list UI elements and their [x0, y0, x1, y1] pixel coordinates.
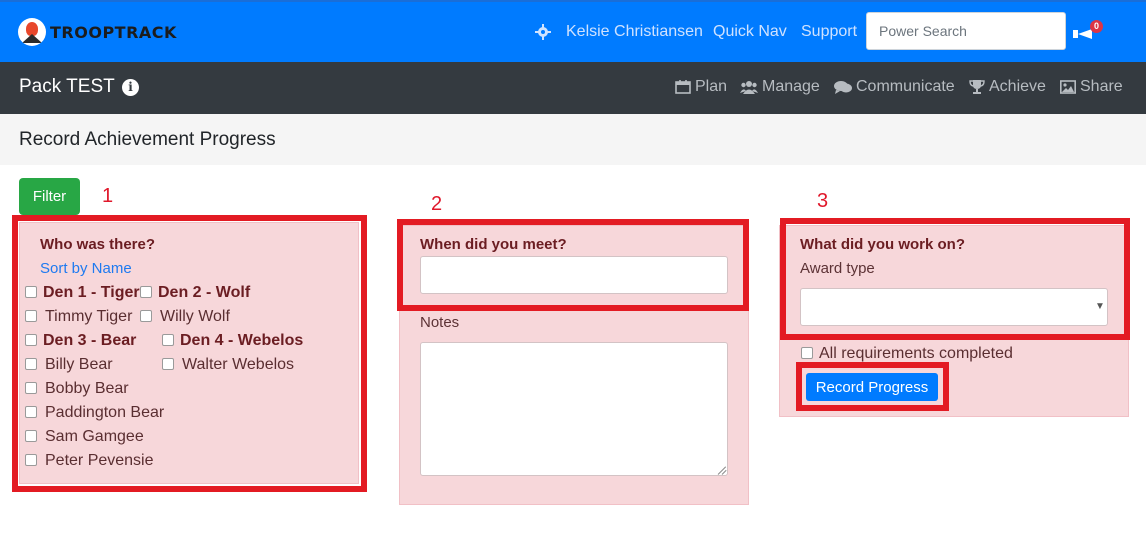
dropdown-arrow-icon: ▼: [1095, 301, 1105, 312]
scout-name: Willy Wolf: [160, 308, 230, 325]
gear-icon[interactable]: [535, 24, 551, 40]
nav-manage-label: Manage: [762, 78, 820, 95]
den-1-checkbox[interactable]: [25, 286, 37, 298]
nav-share[interactable]: Share: [1060, 78, 1123, 96]
textarea-resize-handle[interactable]: [717, 466, 727, 475]
notification-badge: 0: [1090, 20, 1103, 33]
campfire-logo-icon: [18, 18, 46, 46]
calendar-icon: [675, 80, 691, 94]
den-2-checkbox[interactable]: [140, 286, 152, 298]
nav-communicate-label: Communicate: [856, 78, 955, 95]
scout-checkbox[interactable]: [140, 310, 152, 322]
meeting-heading: When did you meet?: [420, 236, 567, 253]
sort-by-name-link[interactable]: Sort by Name: [40, 260, 132, 277]
record-progress-button[interactable]: Record Progress: [806, 373, 938, 401]
den-4-label: Den 4 - Webelos: [180, 332, 304, 349]
award-type-label: Award type: [800, 260, 875, 277]
scout-name: Timmy Tiger: [45, 308, 133, 325]
den-3-label: Den 3 - Bear: [43, 332, 137, 349]
trooptrack-logo[interactable]: TROOPTRACK: [18, 18, 177, 46]
attendance-heading: Who was there?: [40, 236, 156, 253]
award-type-select[interactable]: [800, 288, 1108, 326]
pack-title[interactable]: Pack TEST: [19, 76, 115, 98]
scout-checkbox[interactable]: [25, 358, 37, 370]
support-link[interactable]: Support: [801, 23, 857, 41]
nav-share-label: Share: [1080, 78, 1123, 95]
scout-name: Peter Pevensie: [45, 452, 154, 469]
notes-textarea[interactable]: [420, 342, 728, 476]
den-1-label: Den 1 - Tiger: [43, 284, 140, 301]
annotation-number-2: 2: [431, 193, 443, 215]
scout-checkbox[interactable]: [25, 406, 37, 418]
all-requirements-label: All requirements completed: [819, 345, 1013, 362]
notes-label: Notes: [420, 314, 460, 331]
scout-name: Paddington Bear: [45, 404, 165, 421]
all-requirements-checkbox[interactable]: [801, 347, 813, 359]
nav-manage[interactable]: Manage: [740, 78, 820, 96]
brand-name: TROOPTRACK: [50, 22, 177, 42]
nav-communicate[interactable]: Communicate: [834, 78, 955, 96]
filter-button[interactable]: Filter: [19, 178, 80, 215]
page-header: Record Achievement Progress: [0, 114, 1146, 165]
image-icon: [1060, 80, 1076, 94]
meeting-date-input[interactable]: [420, 256, 728, 294]
top-rule: [0, 0, 1146, 2]
annotation-number-3: 3: [817, 190, 829, 212]
page-title: Record Achievement Progress: [19, 129, 276, 150]
scout-checkbox[interactable]: [25, 430, 37, 442]
nav-plan-label: Plan: [695, 78, 728, 95]
highlight-box-1: [12, 215, 367, 492]
den-2-label: Den 2 - Wolf: [158, 284, 251, 301]
nav-plan[interactable]: Plan: [675, 78, 727, 96]
annotation-number-1: 1: [102, 185, 114, 207]
power-search-input[interactable]: [866, 12, 1066, 50]
scout-checkbox[interactable]: [25, 454, 37, 466]
scout-checkbox[interactable]: [25, 310, 37, 322]
scout-name: Billy Bear: [45, 356, 113, 373]
comments-icon: [834, 80, 852, 94]
scout-checkbox[interactable]: [162, 358, 174, 370]
scout-checkbox[interactable]: [25, 382, 37, 394]
work-heading: What did you work on?: [800, 236, 965, 253]
nav-achieve[interactable]: Achieve: [969, 78, 1046, 96]
quick-nav-link[interactable]: Quick Nav: [713, 23, 787, 41]
scout-name: Bobby Bear: [45, 380, 129, 397]
scout-name: Sam Gamgee: [45, 428, 144, 445]
info-icon[interactable]: i: [122, 79, 139, 96]
users-icon: [740, 80, 758, 94]
den-4-checkbox[interactable]: [162, 334, 174, 346]
scout-name: Walter Webelos: [182, 356, 295, 373]
user-name-link[interactable]: Kelsie Christiansen: [566, 23, 703, 41]
trophy-icon: [969, 80, 985, 94]
den-3-checkbox[interactable]: [25, 334, 37, 346]
nav-achieve-label: Achieve: [989, 78, 1046, 95]
